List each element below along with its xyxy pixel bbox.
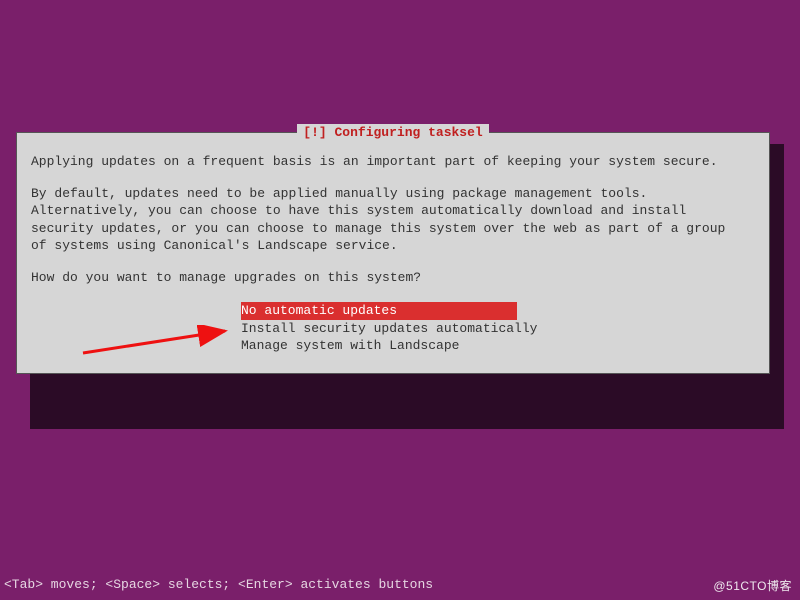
dialog-title: [!] Configuring tasksel: [297, 124, 488, 142]
watermark: @51CTO博客: [713, 578, 792, 594]
option-no-automatic-updates[interactable]: No automatic updates: [241, 302, 517, 320]
tasksel-dialog: [!] Configuring tasksel Applying updates…: [16, 132, 770, 374]
keyboard-hint-bar: <Tab> moves; <Space> selects; <Enter> ac…: [4, 576, 433, 594]
dialog-paragraph-2: By default, updates need to be applied m…: [31, 185, 755, 255]
option-install-security-updates[interactable]: Install security updates automatically: [241, 320, 755, 338]
option-manage-with-landscape[interactable]: Manage system with Landscape: [241, 337, 755, 355]
dialog-paragraph-1: Applying updates on a frequent basis is …: [31, 153, 755, 171]
options-list: No automatic updates Install security up…: [241, 302, 755, 355]
dialog-question: How do you want to manage upgrades on th…: [31, 269, 755, 287]
